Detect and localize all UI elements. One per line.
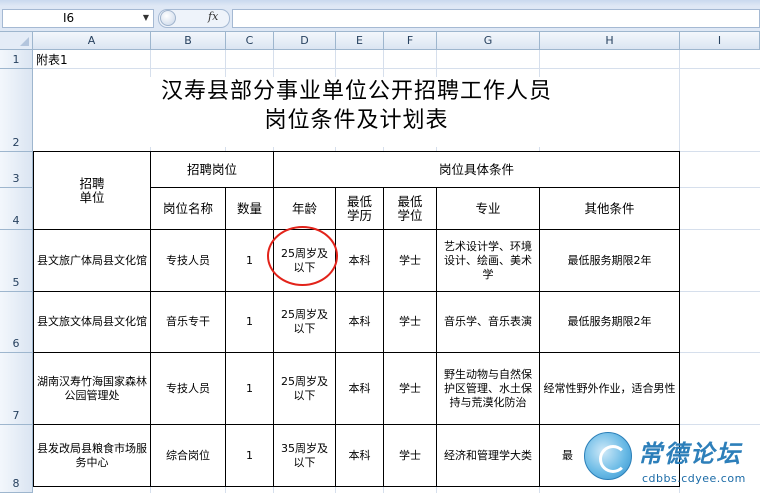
- table-cell-qty[interactable]: 1: [226, 292, 274, 353]
- column-header-b[interactable]: B: [151, 32, 226, 50]
- header-other[interactable]: 其他条件: [540, 188, 680, 230]
- chevron-down-icon[interactable]: ▼: [140, 11, 152, 25]
- table-cell-unit[interactable]: 县发改局县粮食市场服务中心: [33, 425, 151, 487]
- header-major[interactable]: 专业: [437, 188, 540, 230]
- table-cell-unit[interactable]: 县文旅文体局县文化馆: [33, 292, 151, 353]
- ribbon-edge: [0, 0, 760, 6]
- table-cell-edu[interactable]: 本科: [336, 353, 384, 425]
- row-header-1[interactable]: 1: [0, 50, 33, 69]
- row-header-6[interactable]: 6: [0, 292, 33, 353]
- table-cell-post[interactable]: 专技人员: [151, 353, 226, 425]
- column-header-i[interactable]: I: [680, 32, 760, 50]
- header-quantity[interactable]: 数量: [226, 188, 274, 230]
- table-cell-other[interactable]: 最低服务期限2年: [540, 230, 680, 292]
- table-cell-major[interactable]: 野生动物与自然保护区管理、水土保持与荒漠化防治: [437, 353, 540, 425]
- formula-input[interactable]: [232, 9, 760, 28]
- title-line-2: 岗位条件及计划表: [264, 108, 449, 133]
- row-header-2[interactable]: 2: [0, 69, 33, 152]
- header-unit[interactable]: 招聘 单位: [33, 151, 151, 230]
- column-header-f[interactable]: F: [384, 32, 437, 50]
- column-header-h[interactable]: H: [540, 32, 680, 50]
- table-cell-unit[interactable]: 湖南汉寿竹海国家森林公园管理处: [33, 353, 151, 425]
- title-line-1: 汉寿县部分事业单位公开招聘工作人员: [160, 79, 552, 104]
- table-cell-edu[interactable]: 本科: [336, 292, 384, 353]
- gridline: [33, 68, 760, 69]
- formula-bar: I6 ▼ fx: [0, 0, 760, 32]
- annotation-circle: [267, 226, 338, 286]
- table-cell-qty[interactable]: 1: [226, 425, 274, 487]
- column-header-g[interactable]: G: [437, 32, 540, 50]
- row-header-8[interactable]: 8: [0, 425, 33, 493]
- header-education[interactable]: 最低 学历: [336, 188, 384, 230]
- attachment-label: 附表1: [36, 53, 68, 67]
- table-cell-post[interactable]: 专技人员: [151, 230, 226, 292]
- column-header-a[interactable]: A: [33, 32, 151, 50]
- expand-handle-icon[interactable]: [160, 10, 176, 26]
- header-degree[interactable]: 最低 学位: [384, 188, 437, 230]
- table-cell-post[interactable]: 综合岗位: [151, 425, 226, 487]
- page-title: 汉寿县部分事业单位公开招聘工作人员 岗位条件及计划表: [34, 77, 679, 147]
- column-header-e[interactable]: E: [336, 32, 384, 50]
- forum-logo-icon: [584, 432, 632, 480]
- row-header-7[interactable]: 7: [0, 353, 33, 425]
- row-header-4[interactable]: 4: [0, 188, 33, 230]
- header-post-name[interactable]: 岗位名称: [151, 188, 226, 230]
- table-cell-qty[interactable]: 1: [226, 353, 274, 425]
- table-cell-degree[interactable]: 学士: [384, 425, 437, 487]
- table-cell-age[interactable]: 35周岁及以下: [274, 425, 336, 487]
- header-conditions-group[interactable]: 岗位具体条件: [274, 151, 680, 188]
- table-cell-major[interactable]: 经济和管理学大类: [437, 425, 540, 487]
- row-header-3[interactable]: 3: [0, 152, 33, 188]
- table-cell-unit[interactable]: 县文旅广体局县文化馆: [33, 230, 151, 292]
- table-cell-major[interactable]: 音乐学、音乐表演: [437, 292, 540, 353]
- table-cell-edu[interactable]: 本科: [336, 230, 384, 292]
- insert-function-button[interactable]: fx: [208, 10, 218, 23]
- table-cell-age[interactable]: 25周岁及以下: [274, 353, 336, 425]
- watermark-title: 常德论坛: [638, 439, 742, 468]
- table-cell-degree[interactable]: 学士: [384, 230, 437, 292]
- name-box[interactable]: I6: [2, 9, 154, 28]
- table-cell-other[interactable]: 最低服务期限2年: [540, 292, 680, 353]
- column-header-c[interactable]: C: [226, 32, 274, 50]
- table-cell-edu[interactable]: 本科: [336, 425, 384, 487]
- watermark: 常德论坛 cdbbs.cdyee.com: [580, 428, 760, 493]
- table-cell-degree[interactable]: 学士: [384, 292, 437, 353]
- table-cell-other[interactable]: 经常性野外作业，适合男性: [540, 353, 680, 425]
- table-cell-degree[interactable]: 学士: [384, 353, 437, 425]
- table-cell-age[interactable]: 25周岁及以下: [274, 292, 336, 353]
- column-header-d[interactable]: D: [274, 32, 336, 50]
- row-header-5[interactable]: 5: [0, 230, 33, 292]
- header-post-group[interactable]: 招聘岗位: [151, 151, 274, 188]
- table-cell-major[interactable]: 艺术设计学、环境设计、绘画、美术学: [437, 230, 540, 292]
- header-age[interactable]: 年龄: [274, 188, 336, 230]
- table-cell-post[interactable]: 音乐专干: [151, 292, 226, 353]
- select-all-button[interactable]: [0, 32, 33, 50]
- watermark-url: cdbbs.cdyee.com: [642, 472, 746, 485]
